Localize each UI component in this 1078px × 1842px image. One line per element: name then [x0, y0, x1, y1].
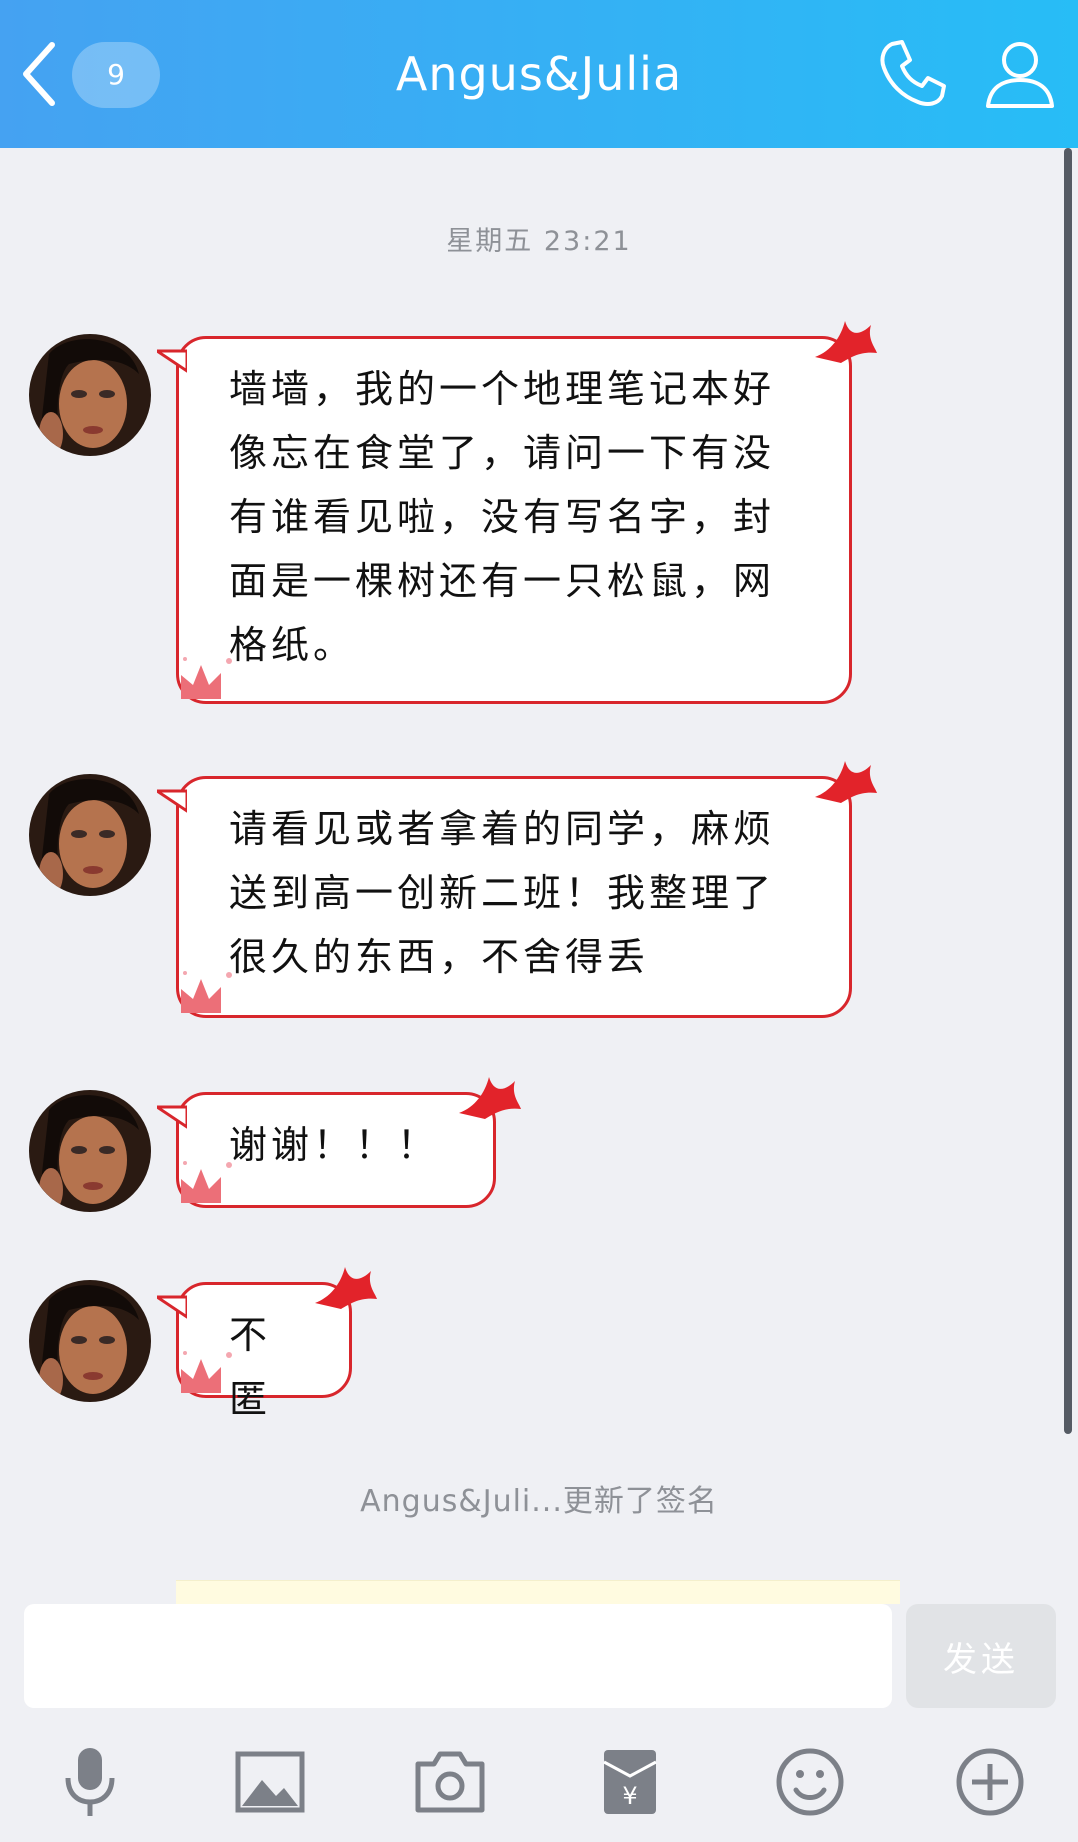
profile-icon[interactable]: [978, 34, 1058, 114]
chat-header: 9 Angus&Julia: [0, 0, 1078, 148]
notification-strip: [176, 1580, 900, 1604]
message-bubble[interactable]: 请看见或者拿着的同学，麻烦送到高一创新二班！我整理了很久的东西，不舍得丢: [157, 761, 877, 1018]
signature-update-note: Angus&Juli...更新了签名: [360, 1484, 718, 1519]
chat-scrollbar[interactable]: [1064, 148, 1072, 1434]
message-bubble[interactable]: 墙墙，我的一个地理笔记本好像忘在食堂了，请问一下有没有谁看见啦，没有写名字，封面…: [157, 321, 877, 704]
bubble-tail: [157, 349, 187, 373]
message-timestamp: 星期五 23:21: [446, 226, 632, 257]
flame-decoration-icon: [315, 1267, 377, 1309]
unread-badge: 9: [72, 42, 160, 108]
image-icon[interactable]: [232, 1744, 308, 1820]
avatar[interactable]: [29, 334, 151, 456]
emoji-icon[interactable]: [772, 1744, 848, 1820]
back-button[interactable]: 9: [18, 36, 160, 112]
flame-decoration-icon: [459, 1077, 521, 1119]
message-text: 请看见或者拿着的同学，麻烦送到高一创新二班！我整理了很久的东西，不舍得丢: [229, 807, 776, 979]
avatar-image: [29, 774, 151, 896]
message-text: 谢谢！！！: [229, 1123, 440, 1167]
message-input[interactable]: [24, 1604, 892, 1708]
red-packet-icon[interactable]: ¥: [592, 1744, 668, 1820]
flame-decoration-icon: [815, 761, 877, 803]
svg-text:¥: ¥: [622, 1782, 637, 1810]
send-button[interactable]: 发送: [906, 1604, 1056, 1708]
bubble-tail: [157, 789, 187, 813]
avatar[interactable]: [29, 774, 151, 896]
avatar-image: [29, 334, 151, 456]
bubble-tail: [157, 1105, 187, 1129]
avatar[interactable]: [29, 1090, 151, 1212]
avatar-image: [29, 1090, 151, 1212]
microphone-icon[interactable]: [52, 1744, 128, 1820]
flame-decoration-icon: [815, 321, 877, 363]
camera-icon[interactable]: [412, 1744, 488, 1820]
chat-screen: 9 Angus&Julia 星期五 23:21 墙墙，我的一个地理笔记本好像忘在…: [0, 0, 1078, 1842]
conversation-title: Angus&Julia: [395, 47, 683, 101]
message-text: 不匿: [229, 1313, 272, 1421]
message-bubble[interactable]: 不匿: [157, 1267, 377, 1421]
message-text: 墙墙，我的一个地理笔记本好像忘在食堂了，请问一下有没有谁看见啦，没有写名字，封面…: [229, 367, 776, 667]
avatar-image: [29, 1280, 151, 1402]
phone-icon[interactable]: [872, 34, 952, 114]
bubble-tail: [157, 1295, 187, 1319]
message-bubble[interactable]: 谢谢！！！: [157, 1077, 521, 1208]
plus-icon[interactable]: [952, 1744, 1028, 1820]
avatar[interactable]: [29, 1280, 151, 1402]
chevron-left-icon: [23, 42, 55, 106]
